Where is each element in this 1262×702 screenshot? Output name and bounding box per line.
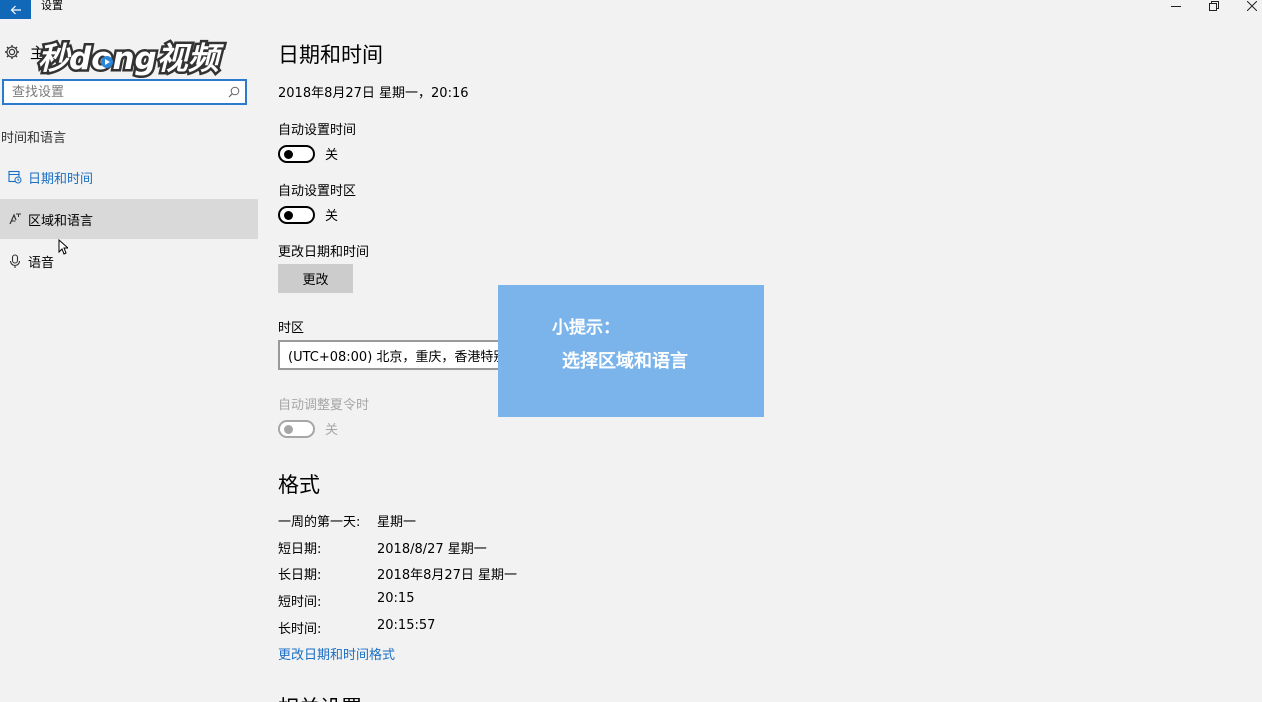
arrow-left-icon — [10, 5, 21, 14]
restore-button[interactable] — [1194, 0, 1234, 12]
format-title: 格式 — [278, 473, 320, 497]
section-label: 时间和语言 — [1, 131, 67, 146]
format-key: 短日期: — [278, 542, 322, 557]
sidebar-item-date-time[interactable]: 日期和时间 — [0, 157, 258, 197]
page-title: 日期和时间 — [278, 43, 383, 67]
watermark-logo: 秒dong视频 — [36, 39, 228, 80]
format-key: 一周的第一天: — [278, 515, 361, 530]
format-value: 20:15 — [377, 591, 415, 606]
change-datetime-button[interactable]: 更改 — [278, 264, 353, 293]
format-key: 长时间: — [278, 622, 322, 637]
auto-timezone-label: 自动设置时区 — [278, 184, 357, 199]
back-button[interactable] — [0, 0, 31, 19]
format-value: 20:15:57 — [377, 618, 436, 633]
auto-time-label: 自动设置时间 — [278, 123, 357, 138]
settings-window: 设置 主 秒dong视频 查找设置 时间和语言 日期和时间 区域和语言 语音 日… — [0, 0, 1262, 702]
dst-toggle[interactable] — [278, 419, 315, 438]
toggle-knob — [284, 210, 293, 220]
restore-icon — [1209, 1, 1219, 11]
microphone-icon — [0, 253, 28, 269]
title-bar: 设置 — [0, 0, 1262, 19]
search-box[interactable] — [2, 79, 247, 105]
sidebar-item-label: 日期和时间 — [28, 171, 94, 187]
dst-label: 自动调整夏令时 — [278, 398, 370, 413]
sidebar-item-label: 语音 — [28, 255, 55, 271]
dst-state: 关 — [325, 423, 339, 438]
current-datetime: 2018年8月27日 星期一，20:16 — [278, 86, 469, 101]
sidebar-item-label: 区域和语言 — [28, 213, 94, 229]
sidebar: 主 秒dong视频 时间和语言 日期和时间 区域和语言 — [0, 19, 258, 702]
format-value: 2018年8月27日 星期一 — [377, 568, 518, 583]
auto-time-state: 关 — [325, 148, 339, 163]
format-key: 长日期: — [278, 568, 322, 583]
svg-text:秒dong视频: 秒dong视频 — [38, 41, 225, 77]
change-datetime-label: 更改日期和时间 — [278, 245, 370, 260]
auto-timezone-toggle[interactable] — [278, 205, 315, 224]
related-settings-title: 相关设置 — [278, 692, 362, 702]
timezone-label: 时区 — [278, 321, 305, 336]
search-icon[interactable] — [223, 86, 245, 98]
auto-timezone-toggle-row: 关 — [278, 205, 338, 224]
dst-toggle-row: 关 — [278, 419, 338, 438]
toggle-knob — [284, 424, 293, 434]
sidebar-item-region-language[interactable]: 区域和语言 — [0, 199, 258, 239]
tip-body: 选择区域和语言 — [562, 351, 688, 372]
sidebar-item-speech[interactable]: 语音 — [0, 241, 258, 281]
calendar-clock-icon — [0, 170, 28, 184]
region-language-icon — [0, 212, 28, 226]
auto-timezone-state: 关 — [325, 209, 339, 224]
tip-title: 小提示： — [552, 318, 620, 338]
minimize-icon — [1171, 6, 1181, 7]
auto-time-toggle[interactable] — [278, 144, 315, 163]
search-input[interactable] — [4, 81, 223, 103]
close-icon — [1247, 1, 1257, 11]
close-button[interactable] — [1232, 0, 1262, 12]
format-value: 星期一 — [377, 515, 417, 530]
format-value: 2018/8/27 星期一 — [377, 542, 487, 557]
auto-time-toggle-row: 关 — [278, 144, 338, 163]
minimize-button[interactable] — [1156, 0, 1196, 12]
toggle-knob — [284, 149, 293, 159]
mouse-cursor-icon — [58, 239, 68, 255]
format-key: 短时间: — [278, 595, 322, 610]
tip-overlay: 小提示： 选择区域和语言 — [498, 285, 764, 417]
gear-icon — [5, 45, 19, 59]
window-title: 设置 — [41, 0, 63, 12]
change-format-link[interactable]: 更改日期和时间格式 — [278, 644, 395, 663]
